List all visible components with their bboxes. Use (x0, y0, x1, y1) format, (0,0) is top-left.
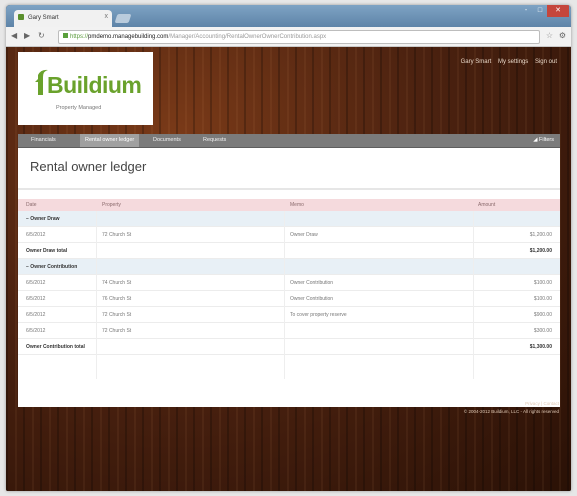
total-amount: $1,300.00 (529, 344, 552, 350)
favicon-icon (18, 14, 24, 20)
cell-memo: To cover property reserve (290, 312, 347, 318)
cell-date: 6/5/2012 (26, 232, 46, 238)
url-field[interactable]: https://pmdemo.managebuilding.com/Manage… (58, 30, 540, 44)
tab-close-icon[interactable]: x (105, 13, 109, 20)
cell-property[interactable]: 74 Church St (102, 280, 131, 286)
cell-memo: Owner Contribution (290, 296, 334, 302)
table-header: Date Property Memo Amount (18, 199, 560, 211)
total-label: Owner Draw total (26, 248, 68, 254)
group-header-row[interactable]: − Owner Draw (18, 211, 560, 227)
table-row: 6/5/2012 76 Church St Owner Contribution $1… (18, 291, 560, 307)
table-row: 6/5/2012 72 Church St Owner Draw $1,200.00 (18, 227, 560, 243)
group-header-row[interactable]: − Owner Contribution (18, 259, 560, 275)
back-arrow-icon[interactable]: ◀ (11, 31, 17, 40)
cell-date: 6/5/2012 (26, 328, 46, 334)
cell-memo: Owner Contribution (290, 280, 334, 286)
lock-icon (63, 33, 68, 38)
address-bar: ◀ ▶ ↻ https://pmdemo.managebuilding.com/… (6, 27, 571, 47)
cell-date: 6/5/2012 (26, 296, 46, 302)
tab-strip: Gary Smart x - □ ✕ (6, 5, 571, 27)
cell-date: 6/5/2012 (26, 280, 46, 286)
table-row: 6/5/2012 72 Church St $300.00 (18, 323, 560, 339)
tab-title: Gary Smart (28, 15, 59, 21)
cell-property[interactable]: 76 Church St (102, 296, 131, 302)
bookmark-star-icon[interactable]: ☆ (546, 31, 553, 40)
account-links: Gary Smart My settings Sign out (456, 59, 557, 65)
content-panel: Rental owner ledger Date Property Memo A… (18, 148, 560, 407)
nav-requests[interactable]: Requests (198, 134, 231, 147)
column-divider (473, 211, 474, 379)
cell-amount: $100.00 (533, 280, 552, 286)
cell-memo: Owner Draw (290, 232, 318, 238)
group-total-row: Owner Contribution total $1,300.00 (18, 339, 560, 355)
cell-property[interactable]: 72 Church St (102, 312, 131, 318)
minimize-button[interactable]: - (519, 5, 533, 17)
column-divider (284, 211, 285, 379)
close-window-button[interactable]: ✕ (547, 5, 569, 17)
table-row: 6/5/2012 74 Church St Owner Contribution $1… (18, 275, 560, 291)
cell-property[interactable]: 72 Church St (102, 232, 131, 238)
footer-copyright: © 2004-2012 Buildium, LLC - All rights r… (463, 409, 559, 414)
col-property[interactable]: Property (102, 202, 121, 208)
reload-icon[interactable]: ↻ (38, 31, 45, 40)
window-controls: - □ ✕ (519, 5, 569, 17)
group-total-row: Owner Draw total $1,200.00 (18, 243, 560, 259)
total-label: Owner Contribution total (26, 344, 85, 350)
link-user[interactable]: Gary Smart (461, 59, 492, 65)
nav-rental-owner-ledger[interactable]: Rental owner ledger (80, 134, 140, 147)
table-row: 6/5/2012 72 Church St To cover property re… (18, 307, 560, 323)
cell-amount: $300.00 (533, 328, 552, 334)
new-tab-button[interactable] (114, 14, 132, 23)
filters-label: Filters (539, 137, 554, 143)
logo-brand: Buildium (47, 72, 142, 98)
page-background: Gary Smart My settings Sign out Buildium… (6, 47, 571, 491)
col-memo[interactable]: Memo (290, 202, 304, 208)
cell-property[interactable]: 72 Church St (102, 328, 131, 334)
column-divider (96, 211, 97, 379)
url-host: pmdemo.managebuilding.com (88, 34, 169, 40)
group-label[interactable]: − Owner Draw (26, 216, 59, 222)
link-settings[interactable]: My settings (498, 59, 528, 65)
cell-amount: $1,200.00 (529, 232, 552, 238)
footer: Privacy | Contact © 2004-2012 Buildium, … (464, 400, 559, 416)
url-scheme: https:// (70, 34, 89, 40)
logo[interactable]: Buildium Property Managed (18, 52, 153, 125)
col-amount[interactable]: Amount (478, 202, 495, 208)
cell-date: 6/5/2012 (26, 312, 46, 318)
cell-amount: $900.00 (533, 312, 552, 318)
total-amount: $1,200.00 (529, 248, 552, 254)
nav-financials[interactable]: Financials (26, 134, 61, 147)
forward-arrow-icon[interactable]: ▶ (24, 31, 30, 40)
main-nav: Financials Rental owner ledger Documents… (18, 134, 560, 148)
link-signout[interactable]: Sign out (535, 59, 557, 65)
maximize-button[interactable]: □ (533, 5, 547, 17)
filters-button[interactable]: ◢ Filters (533, 134, 554, 147)
browser-window: Gary Smart x - □ ✕ ◀ ▶ ↻ https://pmdemo.… (6, 5, 571, 491)
wrench-icon[interactable]: ⚙ (559, 31, 566, 40)
col-date[interactable]: Date (26, 202, 37, 208)
footer-links[interactable]: Privacy | Contact (464, 400, 559, 408)
nav-documents[interactable]: Documents (148, 134, 186, 147)
logo-tagline: Property Managed (56, 105, 102, 111)
cell-amount: $100.00 (533, 296, 552, 302)
group-label[interactable]: − Owner Contribution (26, 264, 77, 270)
browser-tab[interactable]: Gary Smart x (14, 10, 112, 27)
page-title: Rental owner ledger (30, 159, 147, 174)
url-path: /Manager/Accounting/RentalOwnerOwnerCont… (168, 34, 327, 40)
title-divider (18, 188, 560, 190)
